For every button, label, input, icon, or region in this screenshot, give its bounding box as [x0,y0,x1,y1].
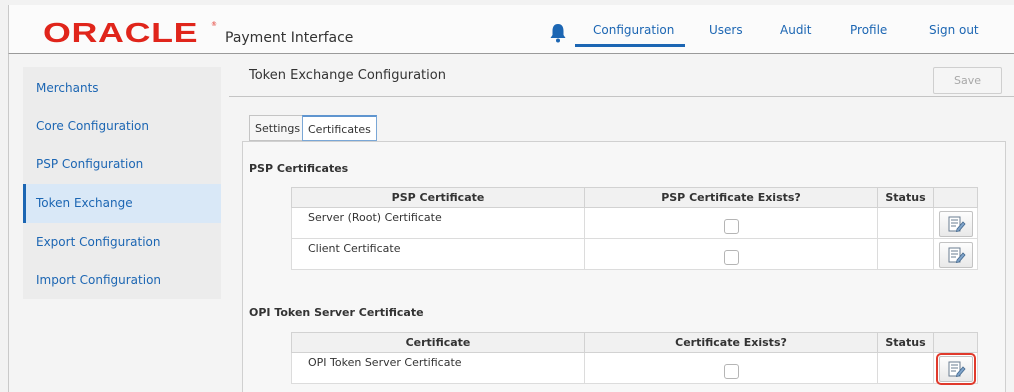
opi-certificate-table: Certificate Certificate Exists? Status O… [291,332,978,385]
table-row: Server (Root) Certificate [291,207,978,239]
sidebar-item-import-configuration[interactable]: Import Configuration [23,261,221,300]
active-nav-indicator [575,44,685,47]
tab-settings[interactable]: Settings [249,115,307,141]
certificate-status [877,207,934,239]
column-header-status: Status [877,187,934,208]
certificate-status [877,352,934,384]
tab-certificates[interactable]: Certificates [302,115,377,141]
nav-configuration[interactable]: Configuration [593,23,674,37]
table-header-row: Certificate Certificate Exists? Status [291,332,978,353]
column-header-actions [933,187,978,208]
certificate-name: Client Certificate [291,238,585,270]
app-header: ORACLE ® Payment Interface Configuration… [8,5,1014,54]
sidebar: Merchants Core Configuration PSP Configu… [23,67,221,299]
sidebar-item-core-configuration[interactable]: Core Configuration [23,107,221,146]
bell-icon[interactable] [549,23,567,43]
sidebar-item-export-configuration[interactable]: Export Configuration [23,223,221,262]
title-divider [229,96,1014,97]
certificate-exists-checkbox [723,363,739,379]
edit-certificate-button[interactable] [938,211,973,237]
psp-certificates-heading: PSP Certificates [249,162,349,175]
column-header-psp-certificate: PSP Certificate [291,187,585,208]
sidebar-item-token-exchange[interactable]: Token Exchange [23,184,221,223]
column-header-psp-certificate-exists: PSP Certificate Exists? [584,187,878,208]
nav-audit[interactable]: Audit [780,23,811,37]
edit-document-icon [948,216,966,233]
certificate-status [877,238,934,270]
column-header-certificate-exists: Certificate Exists? [584,332,878,353]
sidebar-item-psp-configuration[interactable]: PSP Configuration [23,145,221,184]
edit-document-icon [948,247,966,264]
edit-certificate-button[interactable] [938,242,973,268]
logo-wordmark: ORACLE [43,17,199,48]
column-header-actions [933,332,978,353]
edit-document-icon [948,361,966,378]
column-header-status: Status [877,332,934,353]
certificate-name: Server (Root) Certificate [291,207,585,239]
certificate-exists-checkbox [723,218,739,234]
nav-profile[interactable]: Profile [850,23,887,37]
psp-certificates-table: PSP Certificate PSP Certificate Exists? … [291,187,978,270]
table-header-row: PSP Certificate PSP Certificate Exists? … [291,187,978,208]
page-title: Token Exchange Configuration [249,68,446,83]
logo-trademark: ® [211,21,217,28]
column-header-certificate: Certificate [291,332,585,353]
edit-opi-certificate-button[interactable] [935,353,976,385]
save-button[interactable]: Save [933,67,1002,94]
table-row: Client Certificate [291,238,978,270]
oracle-logo: ORACLE ® Payment Interface [43,17,353,49]
nav-users[interactable]: Users [709,23,743,37]
certificate-name: OPI Token Server Certificate [291,352,585,384]
certificate-exists-checkbox [723,249,739,265]
table-row: OPI Token Server Certificate [291,352,978,385]
sidebar-item-merchants[interactable]: Merchants [23,69,221,108]
opi-certificate-heading: OPI Token Server Certificate [249,306,424,319]
nav-sign-out[interactable]: Sign out [929,23,979,37]
